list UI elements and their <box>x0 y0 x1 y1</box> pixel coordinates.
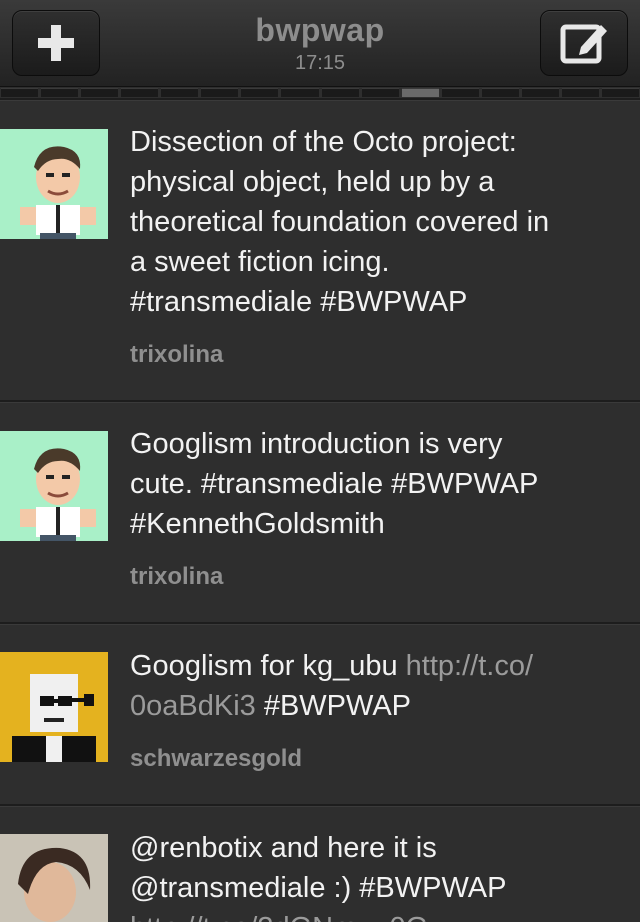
page-dot <box>361 88 399 97</box>
avatar <box>0 431 108 541</box>
page-dot <box>41 88 79 97</box>
tweet-username[interactable]: schwarzesgold <box>130 745 302 773</box>
page-dot <box>241 88 279 97</box>
tweet-item[interactable]: Dissection of the Octo project: physical… <box>0 98 640 400</box>
page-dot <box>601 88 639 97</box>
avatar <box>0 129 108 239</box>
compose-button[interactable] <box>540 10 628 76</box>
page-dot <box>1 88 39 97</box>
page-dot <box>321 88 359 97</box>
tweet-link[interactable]: http://t.co/ <box>406 650 533 682</box>
page-dot <box>481 88 519 97</box>
page-dot <box>561 88 599 97</box>
page-dot <box>161 88 199 97</box>
page-dot <box>81 88 119 97</box>
tweet-username[interactable]: trixolina <box>130 563 223 591</box>
tweet-text: Googlism introduction is very cute. #tra… <box>130 428 539 540</box>
page-indicator <box>0 88 640 97</box>
page-dot <box>401 88 439 97</box>
tweet-text: Googlism for kg_ubu http://t.co/ 0oaBdKi… <box>130 650 533 722</box>
avatar <box>0 652 108 762</box>
page-dot <box>521 88 559 97</box>
top-bar: bwpwap 17:15 <box>0 0 640 87</box>
page-dot <box>441 88 479 97</box>
compose-icon <box>560 24 607 64</box>
tweet-text: Dissection of the Octo project: physical… <box>130 126 550 318</box>
page-dot <box>121 88 159 97</box>
page-dot <box>201 88 239 97</box>
avatar <box>0 834 108 922</box>
tweet-item[interactable]: Googlism for kg_ubu http://t.co/ 0oaBdKi… <box>0 622 640 804</box>
tweet-item[interactable]: @renbotix and here it is @transmediale :… <box>0 804 640 922</box>
tweet-username[interactable]: trixolina <box>130 341 223 369</box>
tweet-item[interactable]: Googlism introduction is very cute. #tra… <box>0 400 640 622</box>
tweet-link[interactable]: 0oaBdKi3 <box>130 690 256 722</box>
tweet-text: @renbotix and here it is @transmediale :… <box>130 832 507 922</box>
page-dot <box>281 88 319 97</box>
